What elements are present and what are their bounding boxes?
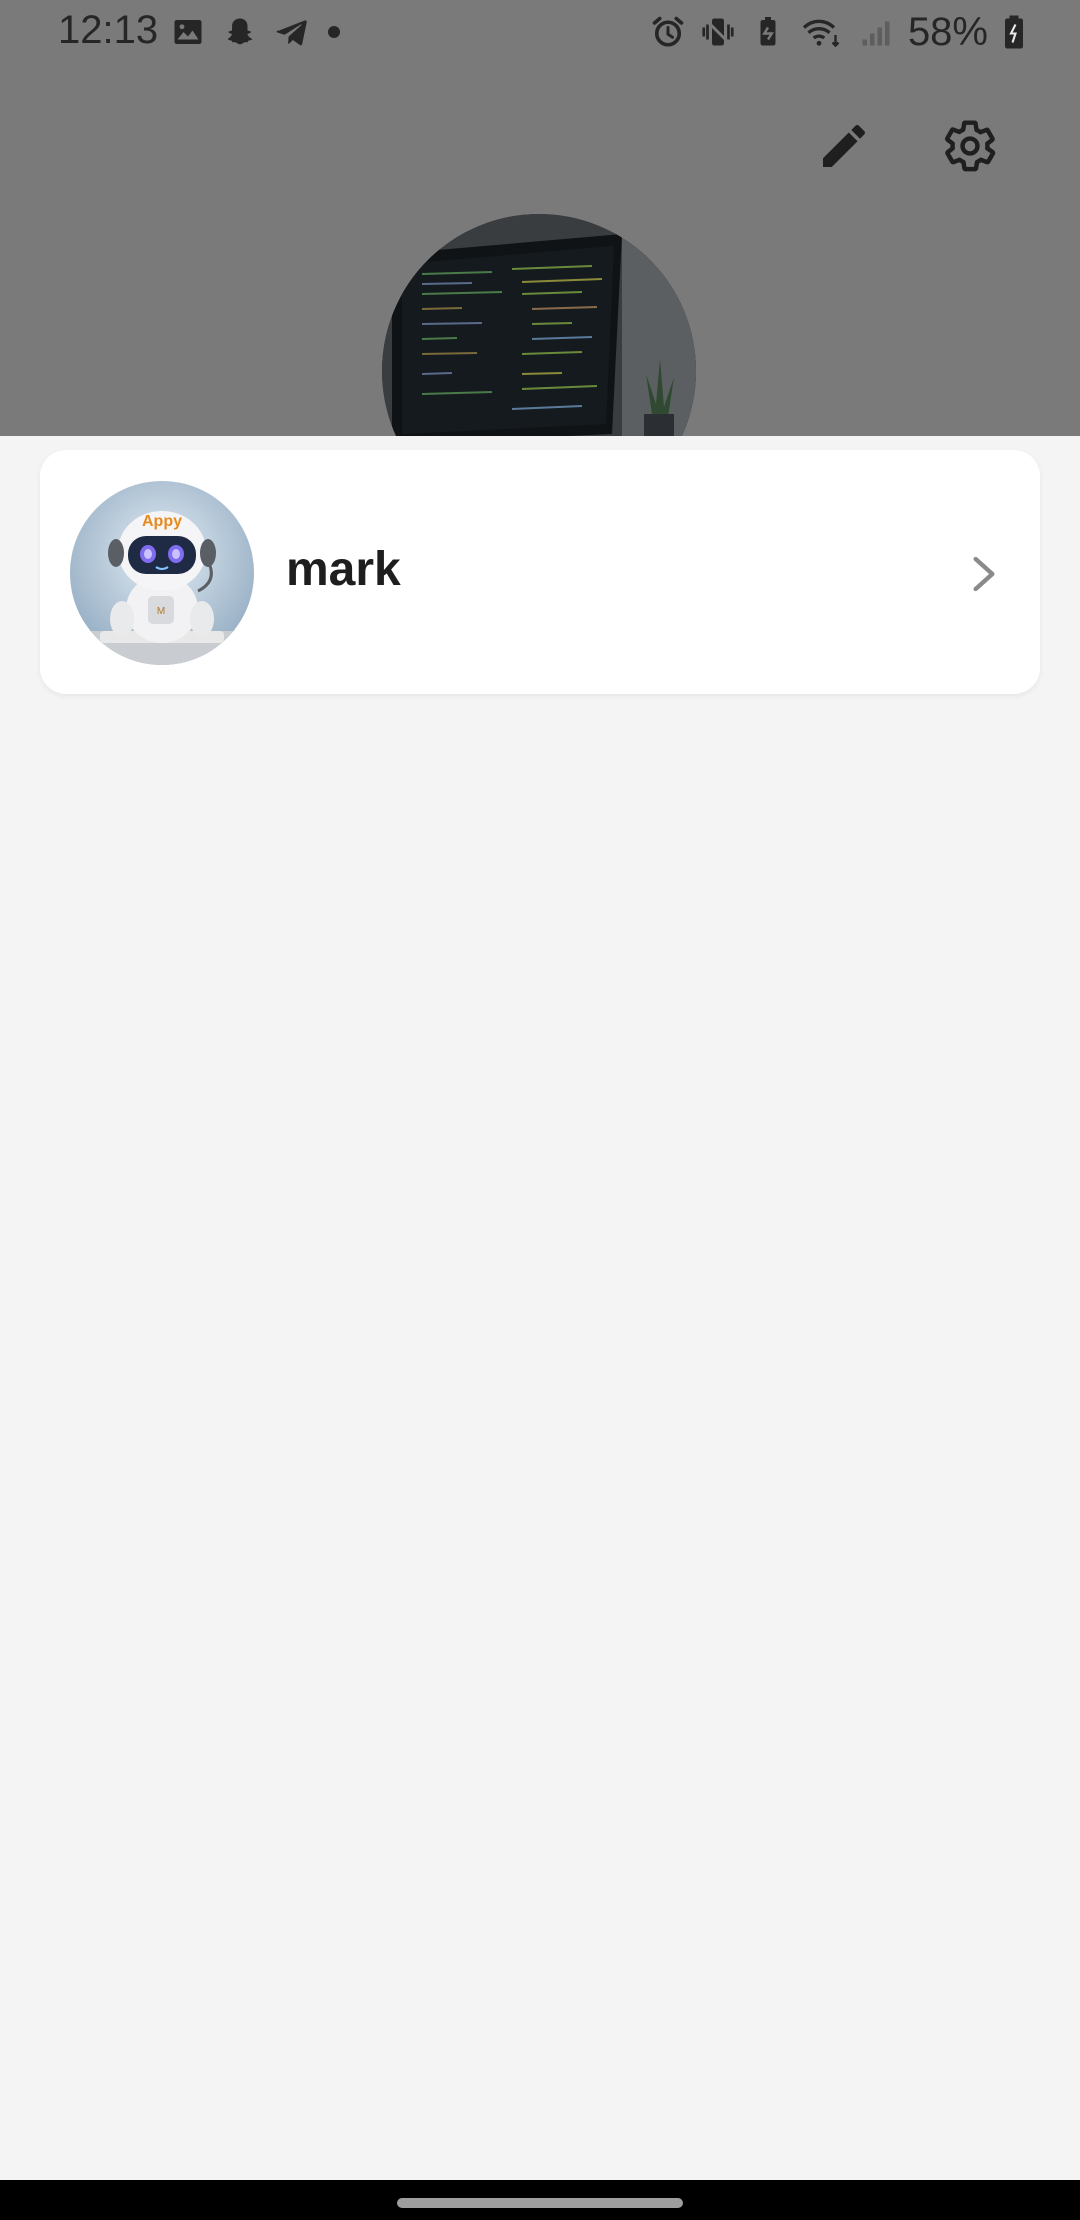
system-navigation-bar xyxy=(0,2180,1080,2220)
status-system-icons: 58% xyxy=(650,9,1026,54)
snapchat-icon xyxy=(222,14,258,50)
chevron-right-icon xyxy=(966,554,1002,594)
svg-text:Appy: Appy xyxy=(142,513,182,530)
edit-icon[interactable] xyxy=(816,118,872,174)
telegram-icon xyxy=(274,14,310,50)
home-indicator[interactable] xyxy=(397,2198,683,2208)
settings-icon[interactable] xyxy=(942,118,998,174)
status-notification-icons xyxy=(170,12,342,52)
header-actions xyxy=(816,118,998,174)
alarm-icon xyxy=(650,14,686,50)
battery-icon xyxy=(1002,14,1026,50)
profiles-sheet: M Appy mark xyxy=(0,436,1080,2180)
svg-text:M: M xyxy=(157,606,165,617)
battery-percent: 58% xyxy=(907,9,988,54)
signal-icon xyxy=(858,14,894,50)
status-time: 12:13 xyxy=(58,8,159,52)
profile-name: mark xyxy=(286,543,401,596)
dot-icon xyxy=(326,14,342,50)
battery-saver-icon xyxy=(750,14,786,50)
gallery-icon xyxy=(170,14,206,50)
wifi-icon xyxy=(800,14,844,50)
robot-avatar: M Appy xyxy=(70,481,254,665)
status-bar: 12:13 58% xyxy=(0,0,1080,64)
vibrate-icon xyxy=(700,14,736,50)
profile-card[interactable]: M Appy mark xyxy=(40,450,1040,694)
screen: 12:13 58% M Appy mark xyxy=(0,0,1080,2220)
